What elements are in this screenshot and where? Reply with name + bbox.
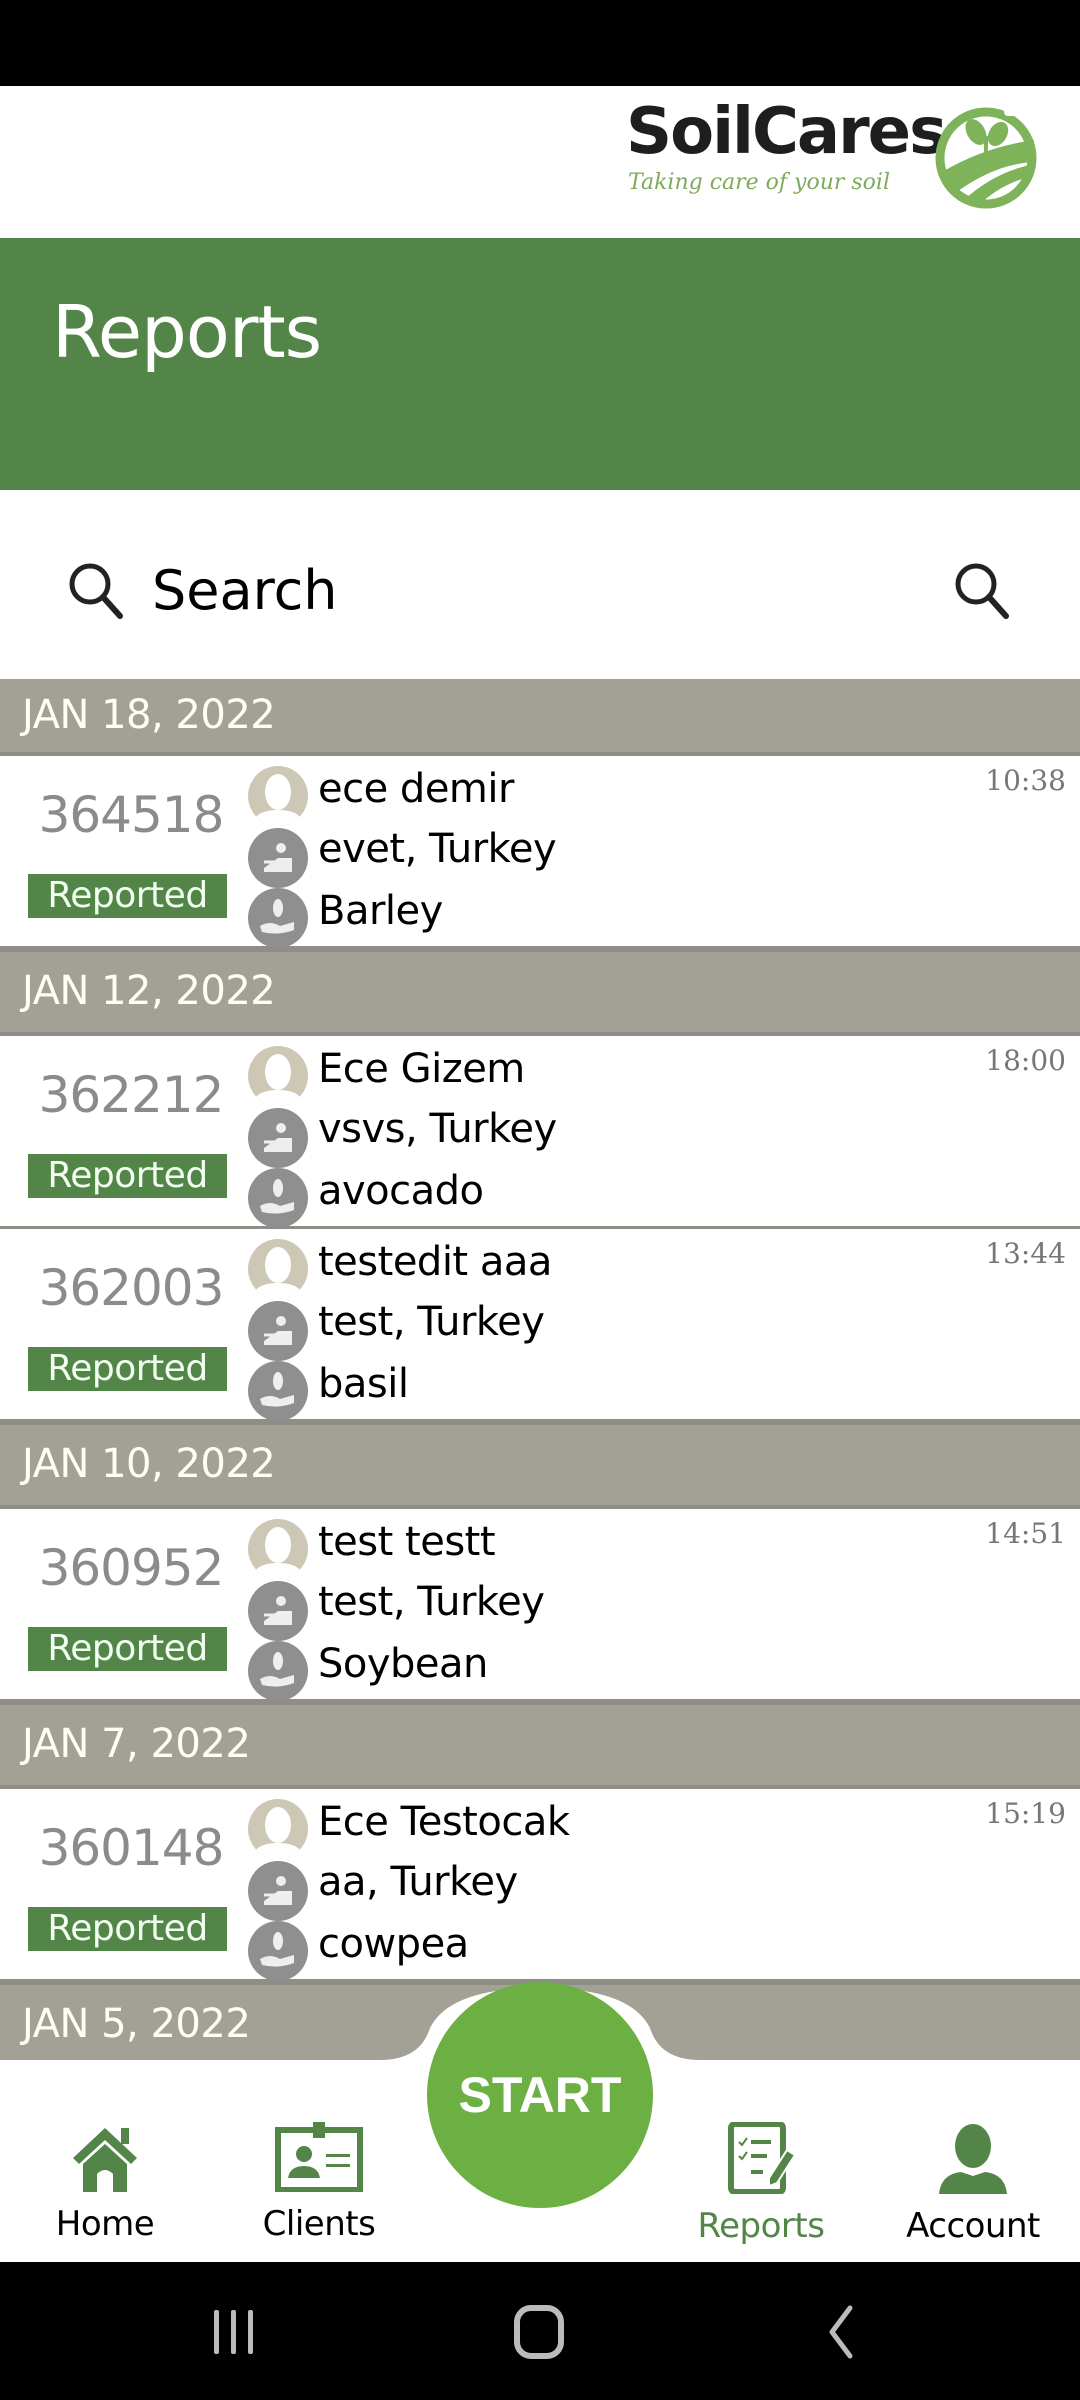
client-avatar-icon xyxy=(248,1046,308,1106)
crop-hand-icon xyxy=(248,888,308,948)
status-badge: Reported xyxy=(28,1154,227,1198)
client-name: Ece Testocak xyxy=(318,1799,570,1845)
crop-name: avocado xyxy=(318,1168,484,1214)
crop-name: basil xyxy=(318,1361,409,1407)
report-time: 13:44 xyxy=(985,1237,1066,1270)
search-icon xyxy=(69,563,123,619)
nav-item-account[interactable]: Account xyxy=(888,2122,1058,2262)
client-name: ece demir xyxy=(318,766,514,812)
status-badge: Reported xyxy=(28,1627,227,1671)
date-header: JAN 7, 2022 xyxy=(0,1702,1080,1789)
nav-item-home[interactable]: Home xyxy=(20,2122,190,2262)
page-header: Reports xyxy=(0,238,1080,490)
nav-item-clients[interactable]: Clients xyxy=(234,2122,404,2262)
farm-field-icon xyxy=(248,1581,308,1641)
status-badge: Reported xyxy=(28,874,227,918)
report-row[interactable]: 364518 Reported ece demir evet, Turkey B… xyxy=(0,756,1080,949)
farm-field-icon xyxy=(248,1108,308,1168)
nav-label-account: Account xyxy=(906,2206,1040,2246)
farm-field-icon xyxy=(248,828,308,888)
report-time: 14:51 xyxy=(985,1517,1066,1550)
date-header: JAN 12, 2022 xyxy=(0,949,1080,1036)
report-time: 15:19 xyxy=(985,1797,1066,1830)
crop-hand-icon xyxy=(248,1641,308,1701)
report-id: 362003 xyxy=(38,1259,225,1317)
report-id: 364518 xyxy=(38,786,225,844)
field-location: test, Turkey xyxy=(318,1579,545,1625)
client-name: testedit aaa xyxy=(318,1239,552,1285)
status-badge: Reported xyxy=(28,1907,227,1951)
nav-label-home: Home xyxy=(55,2204,155,2244)
field-location: aa, Turkey xyxy=(318,1859,518,1905)
crop-name: cowpea xyxy=(318,1921,469,1967)
search-submit-icon[interactable] xyxy=(952,560,1014,622)
report-id: 360952 xyxy=(38,1539,225,1597)
status-badge: Reported xyxy=(28,1347,227,1391)
start-button[interactable]: START xyxy=(427,1982,653,2208)
crop-name: Barley xyxy=(318,888,443,934)
client-avatar-icon xyxy=(248,1519,308,1579)
date-header: JAN 10, 2022 xyxy=(0,1422,1080,1509)
date-header: JAN 18, 2022 xyxy=(0,679,1080,756)
brand-name: SoilCares xyxy=(626,95,947,169)
checklist-edit-icon xyxy=(728,2122,797,2194)
nav-item-reports[interactable]: Reports xyxy=(676,2122,846,2262)
page-title: Reports xyxy=(52,290,322,374)
report-row[interactable]: 360952 Reported test testt test, Turkey … xyxy=(0,1509,1080,1702)
report-time: 10:38 xyxy=(985,764,1066,797)
soilcares-logo-icon xyxy=(935,106,1037,209)
search-bar xyxy=(0,490,1080,679)
reports-list: JAN 18, 2022 364518 Reported ece demir e… xyxy=(0,679,1080,2069)
app-logo-bar: SoilCares Taking care of your soil xyxy=(0,86,1080,238)
client-avatar-icon xyxy=(248,1799,308,1859)
field-location: vsvs, Turkey xyxy=(318,1106,557,1152)
report-time: 18:00 xyxy=(985,1044,1066,1077)
report-row[interactable]: 362003 Reported testedit aaa test, Turke… xyxy=(0,1229,1080,1422)
field-location: evet, Turkey xyxy=(318,826,557,872)
id-card-icon xyxy=(275,2122,363,2192)
brand-tagline: Taking care of your soil xyxy=(628,170,891,195)
client-avatar-icon xyxy=(248,766,308,826)
farm-field-icon xyxy=(248,1301,308,1361)
report-row[interactable]: 360148 Reported Ece Testocak aa, Turkey … xyxy=(0,1789,1080,1982)
crop-hand-icon xyxy=(248,1361,308,1421)
nav-label-clients: Clients xyxy=(262,2204,376,2244)
home-system-icon[interactable] xyxy=(500,2302,580,2362)
person-icon xyxy=(939,2124,1007,2194)
crop-name: Soybean xyxy=(318,1641,488,1687)
field-location: test, Turkey xyxy=(318,1299,545,1345)
status-bar xyxy=(0,0,1080,86)
report-row[interactable]: 362212 Reported Ece Gizem vsvs, Turkey a… xyxy=(0,1036,1080,1229)
back-icon[interactable] xyxy=(800,2302,880,2362)
client-name: test testt xyxy=(318,1519,496,1565)
farm-field-icon xyxy=(248,1861,308,1921)
client-avatar-icon xyxy=(248,1239,308,1299)
crop-hand-icon xyxy=(248,1168,308,1228)
crop-hand-icon xyxy=(248,1921,308,1981)
recent-apps-icon[interactable] xyxy=(196,2302,276,2362)
report-id: 362212 xyxy=(38,1066,225,1124)
search-input[interactable] xyxy=(152,550,852,630)
client-name: Ece Gizem xyxy=(318,1046,525,1092)
system-nav-bar xyxy=(0,2262,1080,2400)
report-id: 360148 xyxy=(38,1819,225,1877)
nav-label-reports: Reports xyxy=(697,2206,825,2246)
home-icon xyxy=(73,2128,137,2192)
